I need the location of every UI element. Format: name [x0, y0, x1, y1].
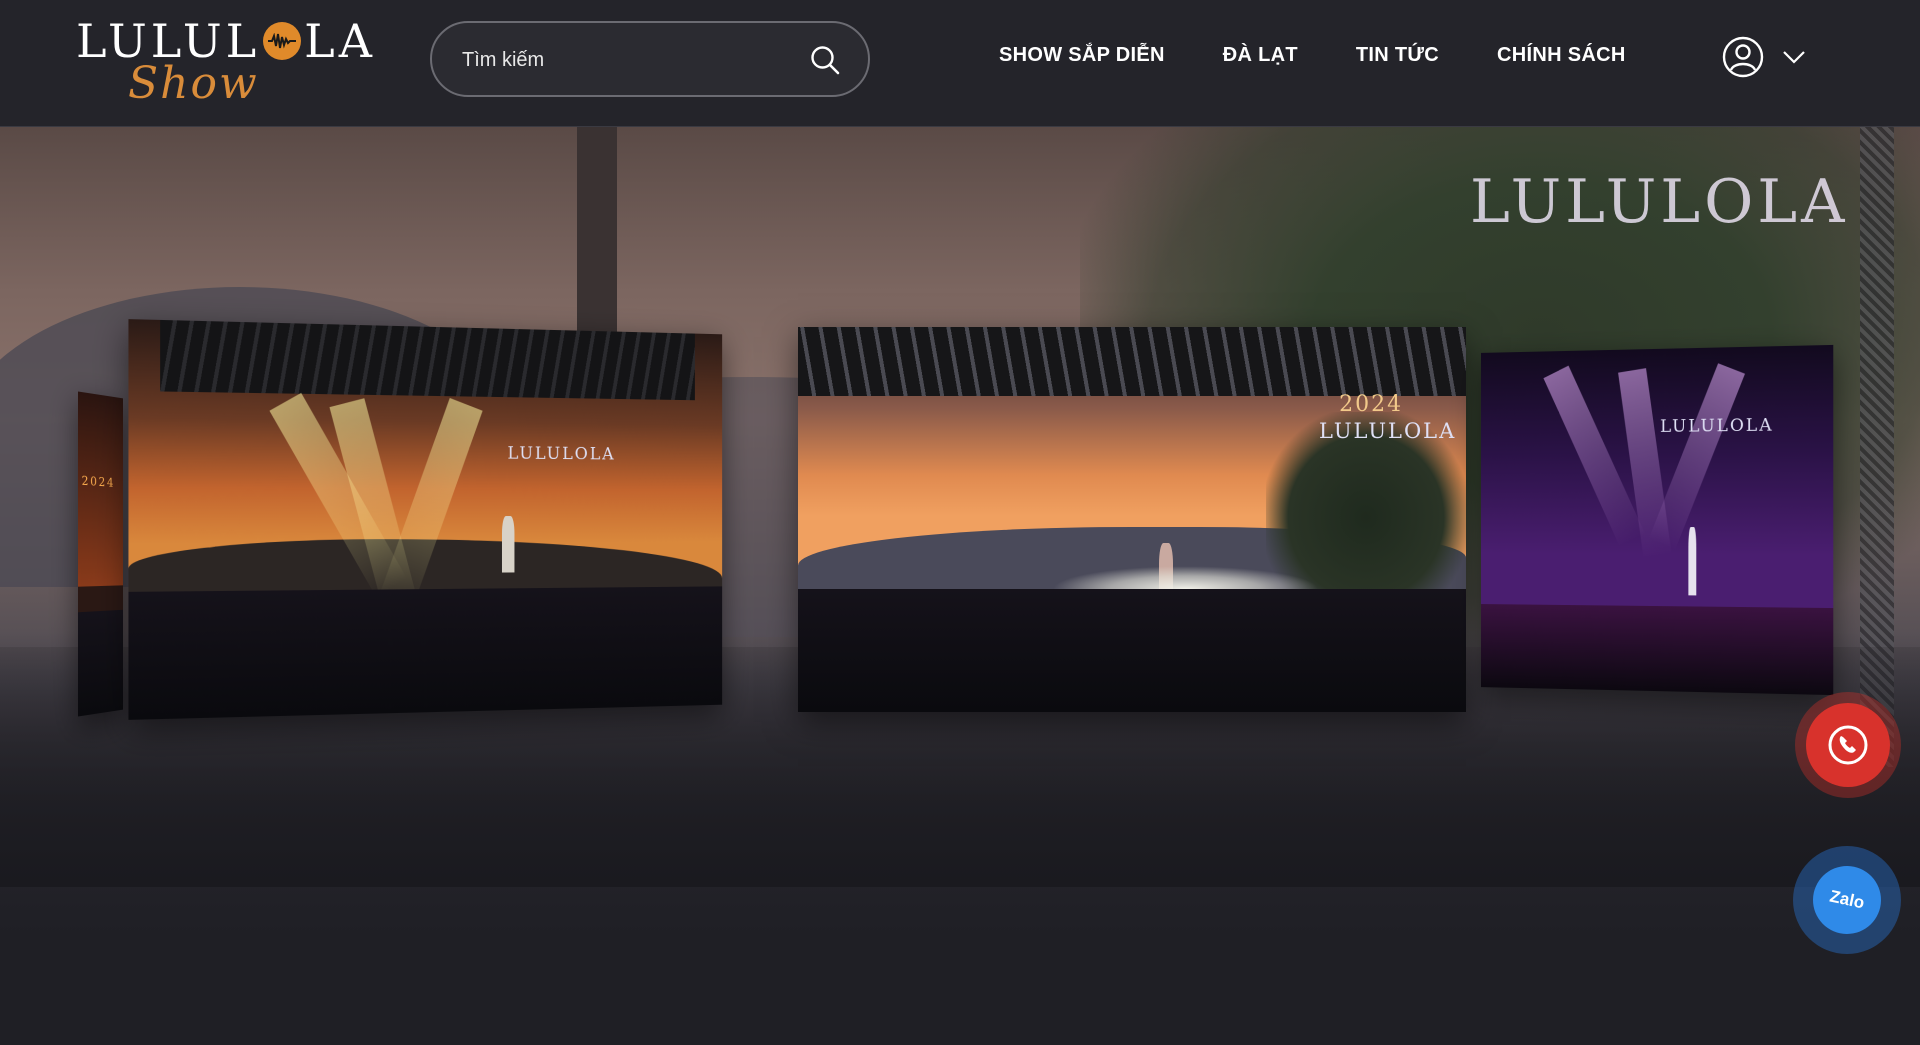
background-stage-logo: LULULOLA — [1470, 167, 1849, 237]
logo-soundwave-icon — [263, 22, 302, 60]
search-input[interactable] — [460, 23, 794, 97]
carousel-slide-prev[interactable]: LULULOLA — [128, 319, 723, 720]
chevron-down-icon[interactable] — [1782, 50, 1806, 64]
main-nav: SHOW SẮP DIỄN ĐÀ LẠT TIN TỨC CHÍNH SÁCH — [999, 44, 1684, 67]
logo-text-right: LA — [304, 14, 376, 68]
call-button[interactable] — [1795, 692, 1901, 798]
hero-carousel: LULULOLA 2024 LULULOLA 2024 LULULOLA LUL… — [0, 127, 1920, 1045]
nav-item-news[interactable]: TIN TỨC — [1356, 44, 1439, 67]
search-box[interactable] — [430, 21, 870, 97]
user-circle-icon[interactable] — [1722, 36, 1764, 78]
carousel-slide-partial[interactable]: 2024 — [77, 391, 124, 717]
phone-icon — [1828, 725, 1868, 765]
carousel-slide-active[interactable]: 2024 LULULOLA — [798, 327, 1466, 712]
slide-crowd — [77, 610, 124, 717]
nav-item-policy[interactable]: CHÍNH SÁCH — [1497, 44, 1626, 67]
slide-crowd — [798, 588, 1466, 712]
slide-stage-roof — [160, 319, 695, 401]
slide-stage-roof — [798, 327, 1466, 397]
zalo-label[interactable]: Zalo — [1806, 859, 1888, 941]
slide-crowd — [128, 586, 723, 720]
nav-item-upcoming-shows[interactable]: SHOW SẮP DIỄN — [999, 44, 1165, 67]
slide-stage-logo: 2024 — [81, 473, 116, 490]
site-header: LULUL LA Show SHOW SẮP DIỄN ĐÀ LẠT TIN T… — [0, 0, 1920, 127]
slide-stage-logo: LULULOLA — [1660, 415, 1774, 438]
search-icon[interactable] — [810, 45, 840, 75]
nav-item-da-lat[interactable]: ĐÀ LẠT — [1223, 44, 1298, 67]
slide-stage-logo: LULULOLA — [507, 443, 616, 464]
logo-script: Show — [128, 58, 259, 109]
slide-stage-logo: LULULOLA — [1319, 419, 1457, 444]
carousel-slide-next[interactable]: LULULOLA — [1480, 344, 1834, 696]
zalo-chat-button[interactable]: Zalo — [1793, 846, 1901, 954]
slide-performer — [501, 515, 515, 573]
user-menu[interactable] — [1722, 36, 1806, 78]
site-logo[interactable]: LULUL LA Show — [76, 14, 372, 110]
call-button-inner[interactable] — [1806, 703, 1890, 787]
slide-performer — [1688, 526, 1697, 596]
slide-stage-year: 2024 — [1339, 392, 1404, 418]
slide-stage-floor — [1480, 603, 1834, 696]
